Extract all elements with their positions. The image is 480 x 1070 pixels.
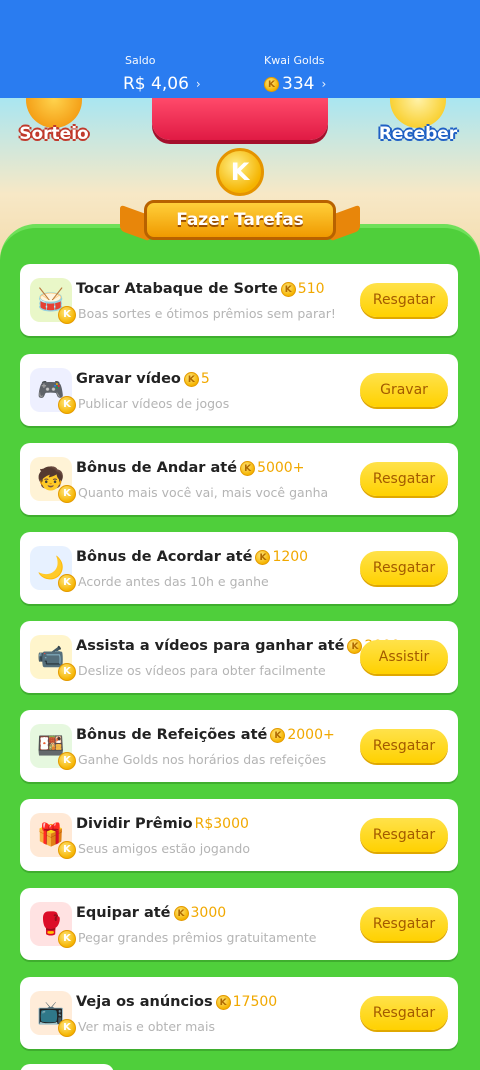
task-card: 🥁 K Tocar Atabaque de Sorte K 510 Boas sortes… [20, 264, 458, 336]
task-subtitle: Seus amigos estão jogando [78, 841, 251, 856]
task-card: 🧒 K Bônus de Andar até K 5000+ Quanto mais vo… [20, 443, 458, 515]
golds-label: Kwai Golds [264, 54, 325, 67]
task-action-button[interactable]: Gravar [360, 373, 448, 407]
walking-boy-icon: 🧒 K [30, 457, 76, 503]
task-subtitle: Publicar vídeos de jogos [78, 396, 230, 411]
k-coin-icon: K [255, 549, 271, 565]
task-subtitle: Acorde antes das 10h e ganhe [78, 574, 269, 589]
k-coin-icon: K [58, 396, 76, 414]
task-card: 📺 K Veja os anúncios K 17500 Ver mais e obter… [20, 977, 458, 1049]
video-camera-icon: 📹 K [30, 635, 76, 681]
gift-box-icon: 🎁 K [30, 813, 76, 859]
k-coin-icon: K [240, 460, 256, 476]
task-card: 📹KAssista a vídeos para ganhar atéK2000D… [20, 621, 458, 693]
task-action-button[interactable]: Resgatar [360, 907, 448, 941]
task-card: 🎮 K Gravar vídeo K 5 Publicar vídeos de jogos… [20, 354, 458, 426]
task-subtitle: Pegar grandes prêmios gratuitamente [78, 930, 317, 945]
task-subtitle: Deslize os vídeos para obter facilmente [78, 663, 326, 678]
task-reward: 510 [297, 281, 325, 297]
saldo-label: Saldo [125, 54, 156, 67]
k-coin-icon: K [173, 905, 189, 921]
moon-cloud-icon: 🌙 K [30, 546, 76, 592]
game-controller-icon: 🎮 K [30, 368, 76, 414]
tv-ad-icon: 📺 K [30, 991, 76, 1037]
next-card-stub [20, 1064, 114, 1070]
task-subtitle: Boas sortes e ótimos prêmios sem parar! [78, 306, 336, 321]
task-title: Dividir Prêmio [76, 816, 193, 832]
meal-box-icon: 🍱 K [30, 724, 76, 770]
saldo-value: R$ 4,06 [123, 74, 189, 94]
task-title: Assista a vídeos para ganhar até [76, 638, 345, 654]
task-reward: 2000+ [287, 727, 335, 743]
task-title: Equipar até [76, 905, 171, 921]
k-coin-icon: K [58, 485, 76, 503]
tasks-banner: K Fazer Tarefas [120, 148, 360, 248]
k-coin-icon: K [280, 281, 296, 297]
receber-button[interactable]: Receber [378, 92, 458, 148]
task-title: Bônus de Acordar até [76, 549, 253, 565]
k-coin-icon: K [264, 76, 279, 92]
task-title: Bônus de Refeições até [76, 727, 268, 743]
task-subtitle: Ver mais e obter mais [78, 1019, 215, 1034]
task-subtitle: Ganhe Golds nos horários das refeições [78, 752, 327, 767]
boxing-gloves-icon: 🥊 K [30, 902, 76, 948]
k-coin-icon: K [58, 574, 76, 592]
task-action-button[interactable]: Resgatar [360, 818, 448, 852]
k-coin-icon: K [58, 663, 76, 681]
task-title: Bônus de Andar até [76, 460, 238, 476]
golds-value: 334 [282, 74, 315, 94]
task-card: 🍱 K Bônus de Refeições até K 2000+ Ganhe Gold… [20, 710, 458, 782]
task-action-button[interactable]: Assistir [360, 640, 448, 674]
task-card: 🌙 K Bônus de Acordar até K 1200 Acorde antes … [20, 532, 458, 604]
k-coin-icon: K [215, 994, 231, 1010]
task-card: 🎁 K Dividir Prêmio R$3000 Seus amigos estão … [20, 799, 458, 871]
drum-icon: 🥁 K [30, 278, 76, 324]
k-coin-icon: K [183, 371, 199, 387]
banner-title: Fazer Tarefas [144, 200, 336, 240]
task-reward: 5 [200, 371, 210, 387]
k-coin-icon: K [58, 930, 76, 948]
k-coin-icon: K [58, 752, 76, 770]
task-action-button[interactable]: Resgatar [360, 551, 448, 585]
k-coin-icon: K [58, 1019, 76, 1037]
k-coin-icon: K [270, 727, 286, 743]
k-coin-icon: K [58, 306, 76, 324]
task-reward: 1200 [272, 549, 309, 565]
task-reward: 3000 [190, 905, 227, 921]
sorteio-button[interactable]: Sorteio [14, 92, 94, 148]
task-title: Tocar Atabaque de Sorte [76, 281, 278, 297]
task-reward: R$3000 [194, 816, 249, 832]
chevron-right-icon: › [195, 77, 201, 91]
task-action-button[interactable]: Resgatar [360, 729, 448, 763]
task-reward: 5000+ [257, 460, 305, 476]
k-coin-icon: K [216, 148, 264, 196]
task-title: Veja os anúncios [76, 994, 213, 1010]
task-reward: 17500 [232, 994, 278, 1010]
wallet-header: Saldo R$ 4,06 › Kwai Golds K 334 › [0, 0, 480, 98]
task-action-button[interactable]: Resgatar [360, 462, 448, 496]
task-action-button[interactable]: Resgatar [360, 283, 448, 317]
k-coin-icon: K [58, 841, 76, 859]
task-subtitle: Quanto mais você vai, mais você ganha [78, 485, 329, 500]
chevron-right-icon: › [321, 77, 327, 91]
task-title: Gravar vídeo [76, 371, 181, 387]
task-card: 🥊 K Equipar até K 3000 Pegar grandes prêmios … [20, 888, 458, 960]
main-play-button[interactable] [152, 98, 328, 140]
task-action-button[interactable]: Resgatar [360, 996, 448, 1030]
